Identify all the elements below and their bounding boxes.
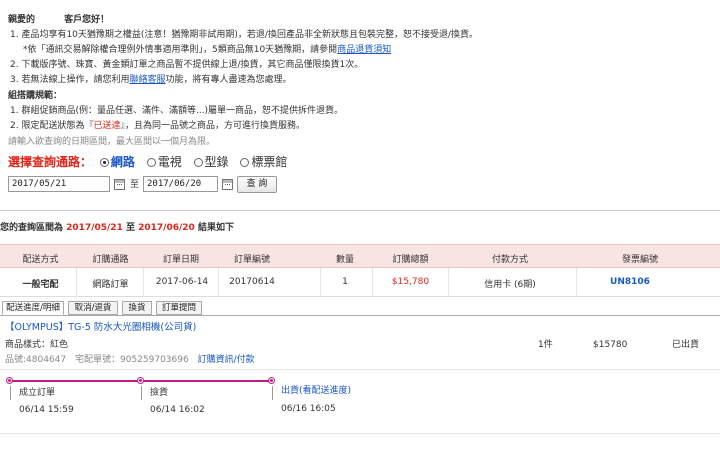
calendar-icon[interactable] bbox=[114, 179, 125, 190]
result-prefix: 您的查詢區間為 bbox=[0, 223, 64, 233]
notice-item-1b-text: *依「通訊交易解除權合理例外情事適用準則」，5類商品無10天猶豫期，請參閱 bbox=[23, 45, 338, 55]
calendar-icon[interactable] bbox=[222, 179, 233, 190]
radio-icon[interactable] bbox=[240, 158, 250, 167]
result-suffix: 結果如下 bbox=[197, 223, 234, 233]
step-dot-icon bbox=[137, 377, 144, 384]
radio-icon[interactable] bbox=[99, 158, 109, 167]
step-dot-icon bbox=[6, 377, 13, 384]
tab-exchange[interactable]: 換貨 bbox=[122, 301, 152, 315]
channel-selector: 選擇查詢通路： 網路 電視 型錄 標票館 bbox=[8, 155, 287, 169]
end-date-input[interactable]: 2017/06/20 bbox=[143, 176, 218, 192]
col-total: 訂購總額 bbox=[392, 255, 429, 265]
step-picking-label: 撿貨 bbox=[150, 388, 169, 398]
result-end: 2017/06/20 bbox=[138, 223, 195, 233]
step-shipped-link[interactable]: 出貨(看配送進度) bbox=[281, 385, 351, 397]
date-hint: 請輸入欲查詢的日期區間，最大區間以一個月為限。 bbox=[8, 137, 216, 147]
notice-item-2: 2. 下載版序號、珠寶、黃金類訂單之商品暫不提供線上退/換貨，其它商品僅限換貨1… bbox=[10, 60, 364, 70]
search-button[interactable]: 查 詢 bbox=[237, 176, 277, 193]
greeting-b: 客戶您好！ bbox=[64, 15, 110, 25]
product-code-line: 品號:4804647 宅配單號：905259703696 訂購資訊/付款 bbox=[5, 354, 255, 366]
start-date-input[interactable]: 2017/05/21 bbox=[8, 176, 110, 192]
notice-item-3: 3. 若無法線上操作，請您利用聯絡客服功能，將有專人盡速為您處理。 bbox=[10, 74, 292, 86]
channel-tv-label: 電視 bbox=[157, 155, 182, 169]
table-row[interactable]: 一般宅配 網路訂單 2017-06-14 20170614 1 $15,780 … bbox=[0, 268, 720, 297]
tab-order-question[interactable]: 訂單提問 bbox=[156, 301, 202, 315]
cell-total: $15,780 bbox=[391, 277, 430, 287]
step-dot-icon bbox=[268, 377, 275, 384]
cell-qty: 1 bbox=[342, 277, 348, 287]
result-summary: 您的查詢區間為 2017/05/21 至 2017/06/20 結果如下 bbox=[0, 222, 234, 234]
channel-web-label: 網路 bbox=[110, 155, 135, 169]
notice-item-1b: *依「通訊交易解除權合理例外情事適用準則」，5類商品無10天猶豫期，請參閱商品退… bbox=[23, 44, 391, 56]
bundle-item-2: 2. 限定配送狀態為『已送達』，且為同一品號之商品，方可進行換貨服務。 bbox=[10, 120, 305, 132]
channel-label: 選擇查詢通路： bbox=[8, 155, 93, 169]
tab-cancel-return[interactable]: 取消/退貨 bbox=[68, 301, 118, 315]
notice-item-3-text: 3. 若無法線上操作，請您利用 bbox=[10, 75, 130, 85]
product-qty: 1件 bbox=[538, 340, 553, 350]
result-start: 2017/05/21 bbox=[66, 223, 123, 233]
notice-panel: 親愛的 客戶您好！ 1. 產品均享有10天猶豫期之權益(注意！猶豫期非試用期)，… bbox=[0, 8, 720, 211]
radio-icon[interactable] bbox=[193, 158, 203, 167]
shipping-number: 宅配單號：905259703696 bbox=[75, 355, 189, 365]
step-shipped-time: 06/16 16:05 bbox=[281, 404, 336, 414]
channel-catalog-label: 型錄 bbox=[204, 155, 229, 169]
invoice-link[interactable]: UN8106 bbox=[600, 277, 660, 287]
greeting: 親愛的 客戶您好！ bbox=[8, 14, 109, 26]
step-created-label: 成立訂單 bbox=[19, 388, 56, 398]
order-info-link[interactable]: 訂購資訊/付款 bbox=[198, 355, 255, 365]
notice-item-1: 1. 產品均享有10天猶豫期之權益(注意！猶豫期非試用期)，若退/換回產品非全新… bbox=[10, 30, 478, 40]
notice-item-3-tail: ，將有專人盡速為您處理。 bbox=[183, 75, 292, 85]
tab-delivery-details[interactable]: 配送進度/明細 bbox=[2, 301, 64, 315]
product-code: 品號:4804647 bbox=[5, 355, 67, 365]
notice-item-3-suffix: 功能 bbox=[165, 75, 184, 85]
bundle-title: 組搭購規範： bbox=[8, 91, 63, 101]
date-to-label: 至 bbox=[130, 180, 140, 190]
col-qty: 數量 bbox=[335, 255, 354, 265]
col-invoice: 發票編號 bbox=[621, 255, 658, 265]
channel-option-catalog[interactable]: 型錄 bbox=[193, 155, 229, 169]
cell-channel: 網路訂單 bbox=[92, 280, 129, 290]
orders-table-header: 配送方式 訂購通路 訂單日期 訂單編號 數量 訂購總額 付款方式 發票編號 bbox=[0, 244, 720, 268]
return-policy-link[interactable]: 商品退貨須知 bbox=[337, 45, 391, 55]
cell-shipping: 一般宅配 bbox=[22, 280, 59, 290]
col-date: 訂單日期 bbox=[162, 255, 199, 265]
radio-icon[interactable] bbox=[146, 158, 156, 167]
delivered-status: 已送達 bbox=[93, 121, 121, 131]
product-spec: 商品樣式：紅色 bbox=[5, 340, 69, 350]
col-channel: 訂購通路 bbox=[92, 255, 129, 265]
cell-date: 2017-06-14 bbox=[155, 277, 209, 287]
col-payment: 付款方式 bbox=[491, 255, 528, 265]
bundle-item-2-text: 2. 限定配送狀態為『 bbox=[10, 121, 94, 131]
channel-option-web[interactable]: 網路 bbox=[99, 155, 135, 169]
col-shipping: 配送方式 bbox=[22, 255, 59, 265]
greeting-a: 親愛的 bbox=[8, 15, 36, 25]
channel-option-ticket[interactable]: 標票館 bbox=[240, 155, 287, 169]
cell-payment: 信用卡 (6期) bbox=[484, 280, 536, 290]
channel-option-tv[interactable]: 電視 bbox=[146, 155, 182, 169]
step-created-time: 06/14 15:59 bbox=[19, 405, 74, 415]
channel-ticket-label: 標票館 bbox=[251, 155, 288, 169]
product-price: $15780 bbox=[593, 340, 628, 350]
step-picking-time: 06/14 16:02 bbox=[150, 405, 205, 415]
bundle-item-2-tail: 』，且為同一品號之商品，方可進行換貨服務。 bbox=[120, 121, 305, 131]
col-order-no: 訂單編號 bbox=[233, 255, 270, 265]
contact-service-link[interactable]: 聯絡客服 bbox=[129, 75, 165, 85]
product-status: 已出貨 bbox=[672, 340, 700, 350]
product-name-link[interactable]: 【OLYMPUS】TG-5 防水大光圈相機(公司貨) bbox=[5, 322, 196, 334]
bundle-item-1: 1. 群組促銷商品(例：量品任選、滿件、滿額等...)屬單一商品，恕不提供拆件退… bbox=[10, 106, 344, 116]
result-mid: 至 bbox=[125, 223, 135, 233]
cell-order-no: 20170614 bbox=[229, 277, 275, 287]
